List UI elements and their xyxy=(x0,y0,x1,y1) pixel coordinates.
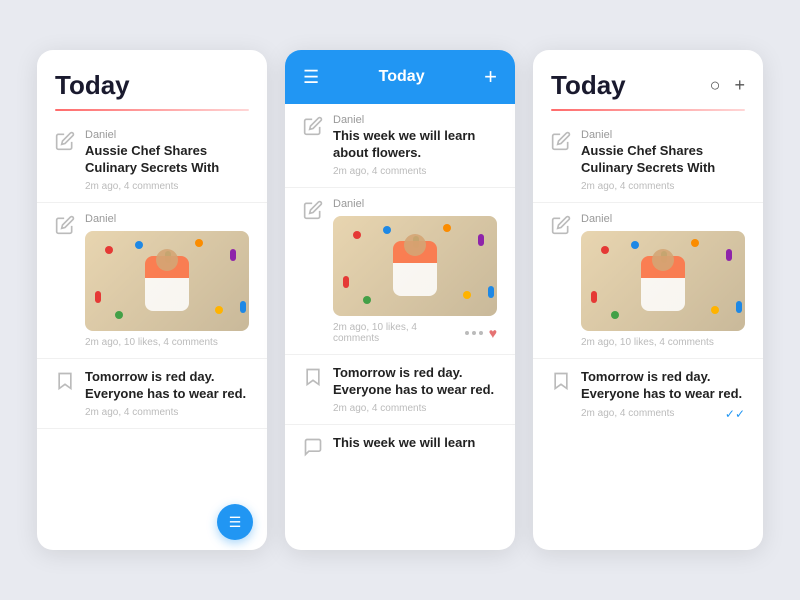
fab-button[interactable]: ☰ xyxy=(217,504,253,540)
item-meta: 2m ago, 4 comments xyxy=(333,166,497,177)
bookmark-icon xyxy=(551,371,571,391)
item-meta: 2m ago, 4 comments xyxy=(333,403,497,414)
panel-2: ☰ Today + Daniel This week we will learn… xyxy=(285,50,515,550)
header-divider xyxy=(55,109,249,111)
item-content: This week we will learn xyxy=(333,435,497,456)
bookmark-icon xyxy=(55,371,75,391)
bookmark-icon xyxy=(303,367,323,387)
item-meta: 2m ago, 10 likes, 4 comments xyxy=(581,337,745,348)
item-author: Daniel xyxy=(333,114,497,126)
pencil-icon xyxy=(55,131,75,151)
image-inner xyxy=(85,231,249,331)
add-icon[interactable]: + xyxy=(484,64,497,90)
item-title: This week we will learn about flowers. xyxy=(333,128,497,162)
list-item[interactable]: This week we will learn xyxy=(285,425,515,467)
item-meta: 2m ago, 4 comments xyxy=(581,181,745,192)
item-image xyxy=(85,231,249,331)
list-item[interactable]: Daniel Aussie Chef Shares Culinary Secre… xyxy=(533,119,763,203)
list-item[interactable]: Daniel 2m xyxy=(533,203,763,359)
image-inner xyxy=(581,231,745,331)
list-item[interactable]: Tomorrow is red day. Everyone has to wea… xyxy=(37,359,267,429)
pencil-icon xyxy=(55,215,75,235)
item-content: Daniel Aussie Chef Shares Culinary Secre… xyxy=(581,129,745,192)
pencil-icon xyxy=(551,215,571,235)
list-item[interactable]: Daniel Aussie Chef Shares Culinary Secre… xyxy=(37,119,267,203)
item-meta: 2m ago, 4 comments xyxy=(581,408,674,419)
panel-1: Today Daniel Aussie Chef Shares Culinary… xyxy=(37,50,267,550)
item-meta: 2m ago, 10 likes, 4 comments xyxy=(333,322,459,344)
item-author: Daniel xyxy=(85,129,249,141)
item-title: Aussie Chef Shares Culinary Secrets With xyxy=(85,143,249,177)
header-actions: ○ + xyxy=(710,75,745,96)
list-item[interactable]: Daniel xyxy=(285,188,515,355)
chat-icon xyxy=(303,437,323,457)
add-icon[interactable]: + xyxy=(734,75,745,96)
list-item[interactable]: Daniel xyxy=(37,203,267,359)
item-content: Daniel xyxy=(333,198,497,344)
panels-container: Today Daniel Aussie Chef Shares Culinary… xyxy=(17,30,783,570)
item-title: Tomorrow is red day. Everyone has to wea… xyxy=(581,369,745,403)
item-author: Daniel xyxy=(581,129,745,141)
panel-2-header: ☰ Today + xyxy=(285,50,515,104)
image-inner xyxy=(333,216,497,316)
item-content: Tomorrow is red day. Everyone has to wea… xyxy=(85,369,249,418)
check-icon: ✓✓ xyxy=(725,407,745,421)
list-item[interactable]: Tomorrow is red day. Everyone has to wea… xyxy=(533,359,763,431)
panel-3-header: Today ○ + xyxy=(533,50,763,109)
list-item[interactable]: Tomorrow is red day. Everyone has to wea… xyxy=(285,355,515,425)
item-meta: 2m ago, 4 comments xyxy=(85,181,249,192)
item-author: Daniel xyxy=(581,213,745,225)
item-meta: 2m ago, 10 likes, 4 comments xyxy=(85,337,249,348)
item-title: Tomorrow is red day. Everyone has to wea… xyxy=(333,365,497,399)
item-content: Daniel 2m xyxy=(581,213,745,348)
item-content: Daniel xyxy=(85,213,249,348)
item-meta: 2m ago, 4 comments xyxy=(85,407,249,418)
more-options[interactable] xyxy=(465,331,483,335)
pencil-icon xyxy=(551,131,571,151)
item-author: Daniel xyxy=(85,213,249,225)
item-author: Daniel xyxy=(333,198,497,210)
item-content: Tomorrow is red day. Everyone has to wea… xyxy=(333,365,497,414)
item-title: This week we will learn xyxy=(333,435,497,452)
pencil-icon xyxy=(303,200,323,220)
menu-icon[interactable]: ☰ xyxy=(303,67,319,88)
panel-2-title: Today xyxy=(379,68,425,86)
item-image xyxy=(333,216,497,316)
search-icon[interactable]: ○ xyxy=(710,75,721,96)
panel-3: Today ○ + Daniel Aussie Chef Shares Culi… xyxy=(533,50,763,550)
item-title: Tomorrow is red day. Everyone has to wea… xyxy=(85,369,249,403)
header-divider xyxy=(551,109,745,111)
panel-1-header: Today xyxy=(37,50,267,109)
panel-3-title: Today xyxy=(551,70,626,101)
item-content: Tomorrow is red day. Everyone has to wea… xyxy=(581,369,745,421)
pencil-icon xyxy=(303,116,323,136)
panel-1-title: Today xyxy=(55,70,130,101)
item-image xyxy=(581,231,745,331)
item-content: Daniel This week we will learn about flo… xyxy=(333,114,497,177)
item-content: Daniel Aussie Chef Shares Culinary Secre… xyxy=(85,129,249,192)
item-title: Aussie Chef Shares Culinary Secrets With xyxy=(581,143,745,177)
list-item[interactable]: Daniel This week we will learn about flo… xyxy=(285,104,515,188)
like-button[interactable]: ♥ xyxy=(489,325,497,341)
item-actions: 2m ago, 10 likes, 4 comments ♥ xyxy=(333,322,497,344)
